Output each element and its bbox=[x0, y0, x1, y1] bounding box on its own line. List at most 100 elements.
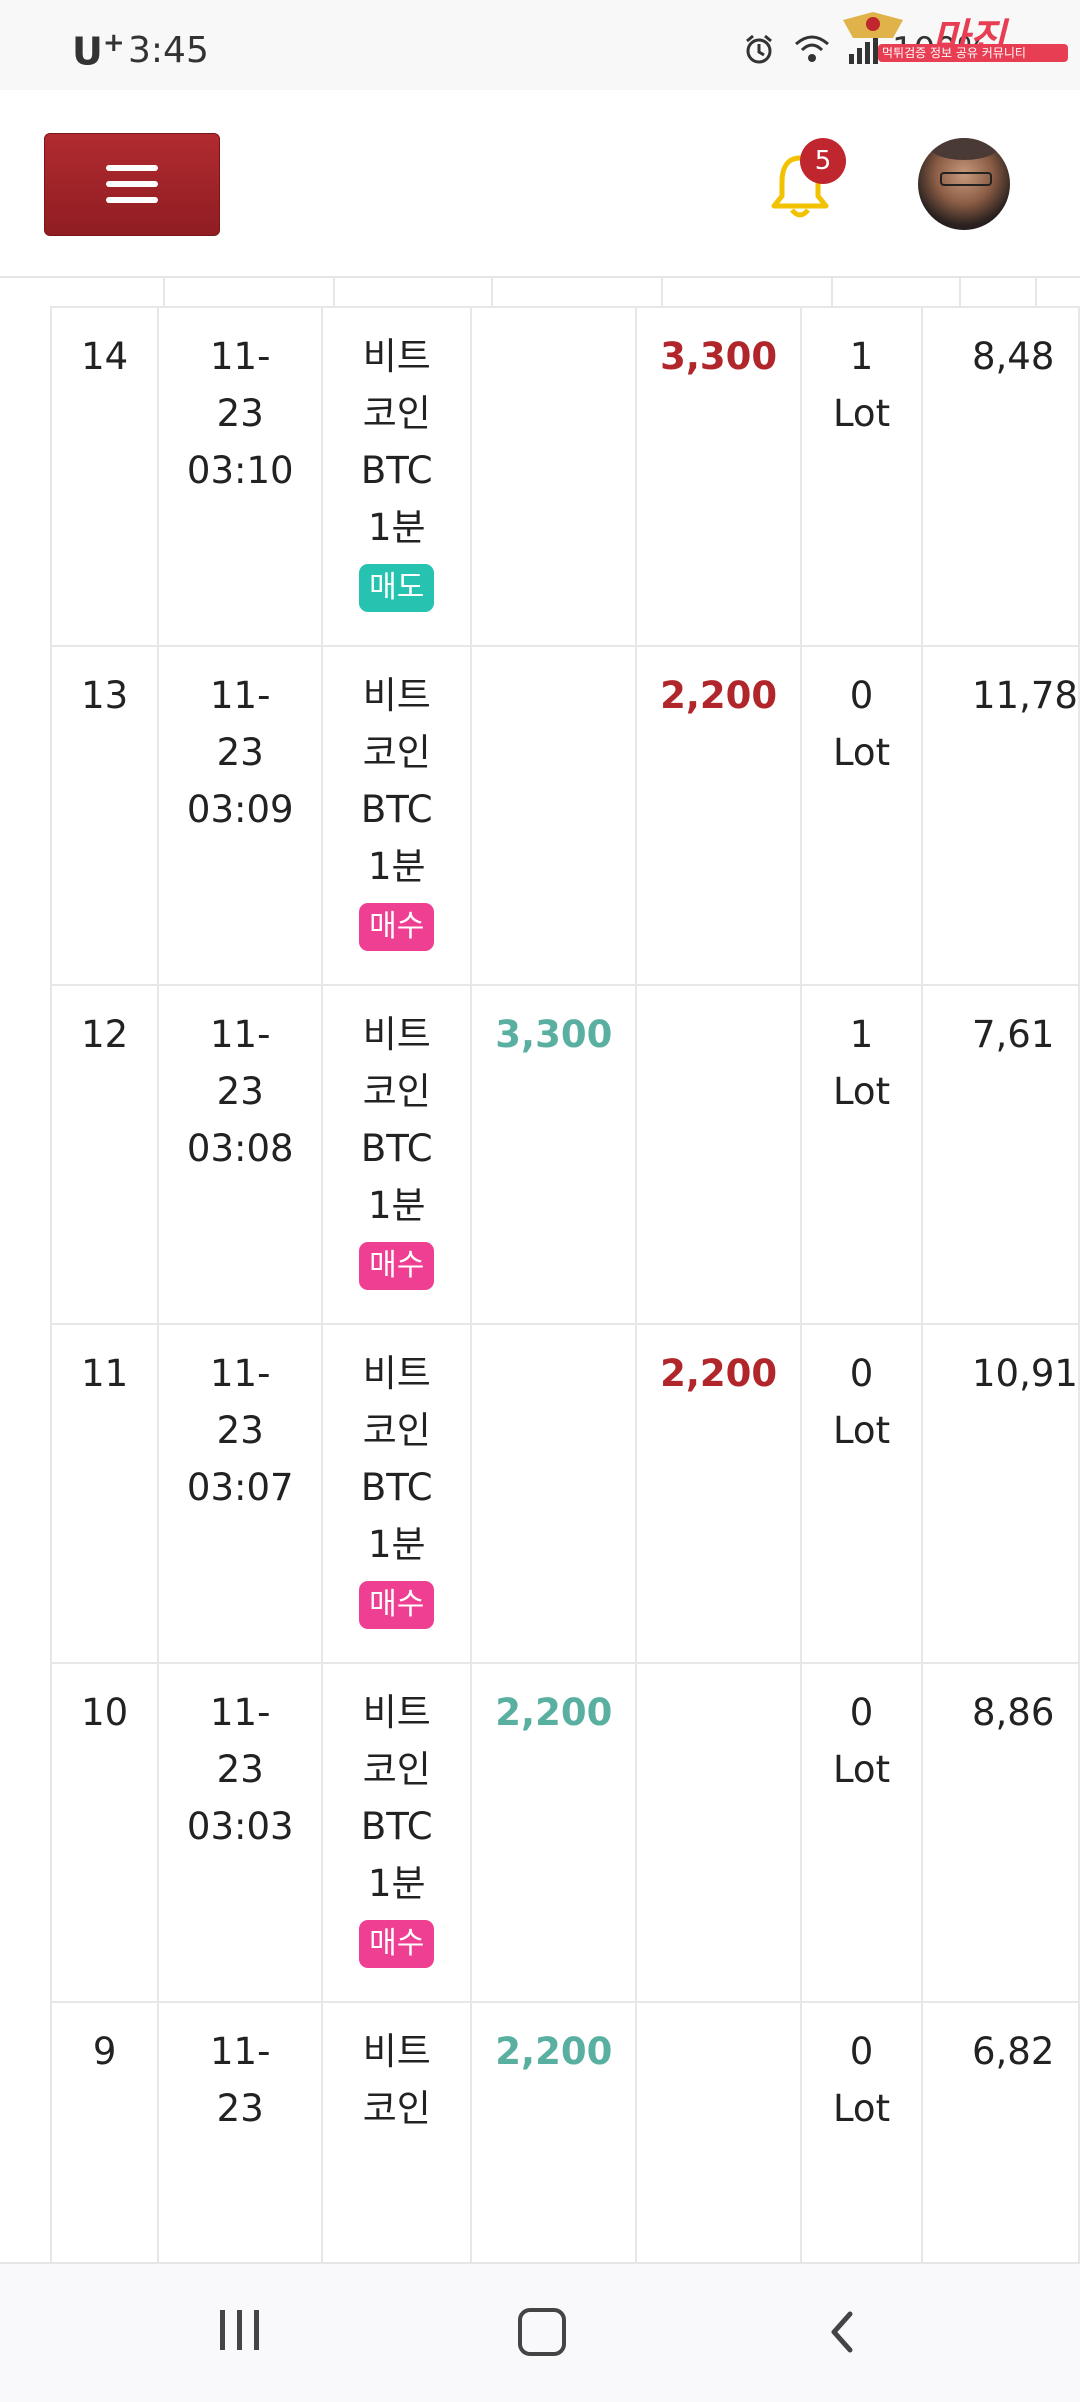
date-part-2: 23 bbox=[216, 392, 264, 435]
lot-value: 1 bbox=[849, 335, 874, 378]
date-part-1: 11- bbox=[210, 335, 271, 378]
side-badge: 매수 bbox=[359, 1920, 435, 1968]
status-time: 3:45 bbox=[128, 30, 209, 71]
row-number-value: 13 bbox=[81, 674, 129, 717]
item-symbol: BTC bbox=[360, 1466, 433, 1509]
side-badge: 매수 bbox=[359, 903, 435, 951]
item-interval: 1분 bbox=[367, 1184, 426, 1227]
table-row: 11 11- 23 03:07 비트 코인 BTC 1분 매수 2,200 0 Lot 10,91 bbox=[49, 1323, 1080, 1664]
row-loss: 2,200 bbox=[635, 645, 803, 986]
lot-unit: Lot bbox=[832, 731, 891, 774]
row-item: 비트 코인 BTC 1분 매수 bbox=[321, 645, 473, 986]
time-value: 03:10 bbox=[186, 449, 294, 492]
row-lot: 0 Lot bbox=[800, 645, 923, 986]
crest-icon bbox=[843, 12, 903, 38]
item-interval: 1분 bbox=[367, 506, 426, 549]
row-number: 14 bbox=[49, 306, 160, 647]
balance-value: 10,91 bbox=[972, 1352, 1078, 1395]
row-balance: 8,48 bbox=[921, 306, 1080, 647]
row-loss bbox=[635, 2001, 803, 2262]
row-balance: 6,82 bbox=[921, 2001, 1080, 2262]
row-datetime: 11- 23 03:09 bbox=[157, 645, 324, 986]
home-icon[interactable] bbox=[518, 2308, 566, 2356]
side-badge: 매수 bbox=[359, 1242, 435, 1290]
row-profit: 3,300 bbox=[470, 984, 638, 1325]
item-name-1: 비트 bbox=[362, 674, 431, 717]
row-number-value: 12 bbox=[81, 1013, 129, 1056]
row-balance: 7,61 bbox=[921, 984, 1080, 1325]
row-profit bbox=[470, 306, 638, 647]
row-loss bbox=[635, 984, 803, 1325]
row-profit: 2,200 bbox=[470, 2001, 638, 2262]
row-number: 9 bbox=[49, 2001, 160, 2262]
item-name-1: 비트 bbox=[362, 1352, 431, 1395]
lot-unit: Lot bbox=[832, 1409, 891, 1452]
profit-value: 2,200 bbox=[495, 2030, 613, 2073]
table-row: 10 11- 23 03:03 비트 코인 BTC 1분 매수 2,200 0 Lot 8,86 bbox=[49, 1662, 1080, 2003]
menu-button[interactable] bbox=[44, 133, 220, 236]
row-number-value: 10 bbox=[81, 1691, 129, 1734]
balance-value: 6,82 bbox=[972, 2030, 1055, 2073]
item-interval: 1분 bbox=[367, 1523, 426, 1566]
date-part-2: 23 bbox=[216, 2087, 264, 2130]
row-item: 비트코인 BTC 1분매수 bbox=[321, 984, 473, 1325]
table-row: 12 11- 23 03:08 비트 코인 BTC 1분 매수 3,300 1 Lot 7,61 bbox=[49, 984, 1080, 1325]
row-balance: 11,78 bbox=[921, 645, 1080, 986]
date-part-2: 23 bbox=[216, 731, 264, 774]
table-row: 13 11- 23 03:09 비트 코인 BTC 1분 매수 2,200 0 Lot 11,78 bbox=[49, 645, 1080, 986]
date-part-2: 23 bbox=[216, 1748, 264, 1791]
item-name-1: 비트 bbox=[362, 1691, 431, 1734]
back-icon[interactable] bbox=[826, 2308, 856, 2356]
wifi-icon bbox=[794, 35, 829, 62]
row-balance: 10,91 bbox=[921, 1323, 1080, 1664]
row-profit bbox=[470, 1323, 638, 1664]
avatar[interactable] bbox=[918, 138, 1010, 230]
table-row: 9 11- 23 비트 코인 2,200 0 Lot 6,82 bbox=[49, 2001, 1080, 2262]
row-datetime: 11- 23 bbox=[157, 2001, 324, 2262]
lot-unit: Lot bbox=[832, 2087, 891, 2130]
recent-apps-icon[interactable] bbox=[216, 2310, 264, 2350]
date-part-1: 11- bbox=[210, 1352, 271, 1395]
row-number: 11 bbox=[49, 1323, 160, 1664]
balance-value: 11,78 bbox=[972, 674, 1078, 717]
side-badge: 매도 bbox=[359, 564, 435, 612]
item-name-2: 코인 bbox=[362, 1070, 431, 1113]
date-part-1: 11- bbox=[210, 1013, 271, 1056]
system-nav-bar bbox=[0, 2262, 1080, 2402]
row-lot: 1 Lot bbox=[800, 306, 923, 647]
time-value: 03:09 bbox=[186, 788, 294, 831]
row-item: 비트 코인 BTC 1분 매수 bbox=[321, 1662, 473, 2003]
lot-value: 0 bbox=[849, 1352, 874, 1395]
profit-value: 3,300 bbox=[495, 1013, 613, 1056]
row-datetime: 11- 23 03:08 bbox=[157, 984, 324, 1325]
item-symbol: BTC bbox=[360, 1127, 433, 1170]
row-datetime: 11- 23 03:07 bbox=[157, 1323, 324, 1664]
item-symbol: BTC bbox=[360, 788, 433, 831]
time-value: 03:03 bbox=[186, 1805, 294, 1848]
date-part-1: 11- bbox=[210, 1691, 271, 1734]
date-part-2: 23 bbox=[216, 1070, 264, 1113]
row-number-value: 9 bbox=[92, 2030, 117, 2073]
trade-history-table: 14 11- 23 03:10 비트 코인 BTC 1분 매도 3,300 1 Lot 8,48 13 11… bbox=[0, 278, 1080, 2262]
item-name-2: 코인 bbox=[362, 392, 431, 435]
lot-value: 0 bbox=[849, 674, 874, 717]
lot-unit: Lot bbox=[832, 392, 891, 435]
row-item: 비트 코인 bbox=[321, 2001, 473, 2262]
row-datetime: 11- 23 03:03 bbox=[157, 1662, 324, 2003]
time-value: 03:08 bbox=[186, 1127, 294, 1170]
profit-value: 2,200 bbox=[495, 1691, 613, 1734]
row-item: 비트 코인 BTC 1분 매수 bbox=[321, 1323, 473, 1664]
row-loss bbox=[635, 1662, 803, 2003]
row-profit bbox=[470, 645, 638, 986]
row-number: 10 bbox=[49, 1662, 160, 2003]
row-item: 비트 코인 BTC 1분 매도 bbox=[321, 306, 473, 647]
item-name-2: 코인 bbox=[362, 2087, 431, 2130]
table-row: 14 11- 23 03:10 비트 코인 BTC 1분 매도 3,300 1 Lot 8,48 bbox=[49, 306, 1080, 647]
loss-value: 2,200 bbox=[660, 1352, 778, 1395]
item-symbol: BTC bbox=[360, 449, 433, 492]
balance-value: 8,48 bbox=[972, 335, 1055, 378]
row-number: 13 bbox=[49, 645, 160, 986]
item-name-1: 비트 bbox=[362, 1013, 431, 1056]
watermark-logo: 마진 먹튀검증 정보 공유 커뮤니티 bbox=[838, 6, 1070, 66]
row-loss: 2,200 bbox=[635, 1323, 803, 1664]
